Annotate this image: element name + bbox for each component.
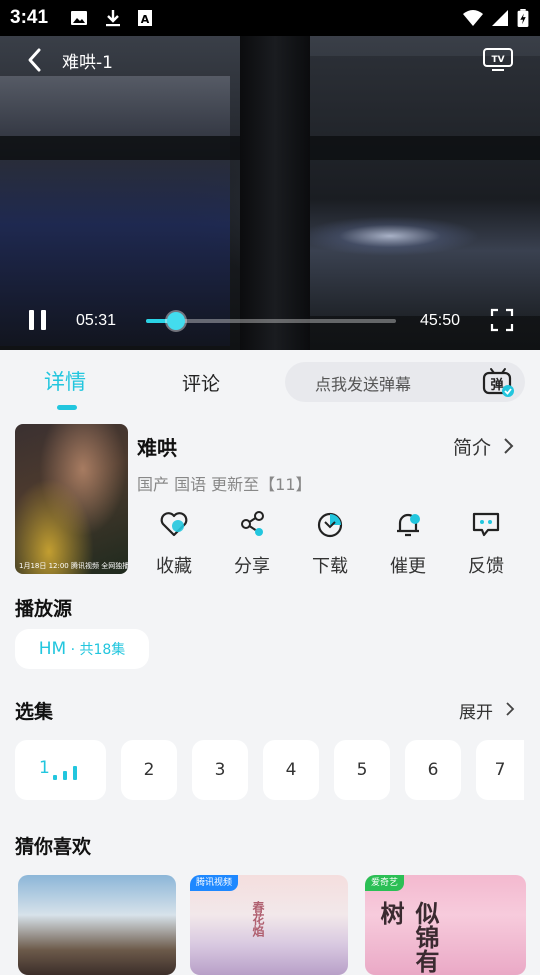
action-label: 催更	[390, 556, 426, 577]
video-title: 难哄-1	[62, 53, 113, 73]
source-episode-count: · 共18集	[66, 642, 126, 658]
wifi-icon	[463, 10, 483, 26]
status-bar: 3:41 A	[0, 0, 540, 36]
danmaku-placeholder: 点我发送弹幕	[315, 375, 412, 394]
fullscreen-icon[interactable]	[490, 308, 514, 332]
svg-text:弹: 弹	[490, 377, 503, 393]
poster-art-text: 春花焰	[251, 901, 265, 937]
status-time: 3:41	[10, 7, 49, 28]
feedback-icon	[472, 512, 500, 537]
cast-tv-icon[interactable]: TV	[482, 46, 514, 72]
seek-bar[interactable]	[146, 312, 396, 330]
current-time: 05:31	[76, 312, 117, 329]
feedback-button[interactable]: 反馈	[456, 508, 516, 578]
seek-thumb[interactable]	[167, 312, 185, 330]
pause-button[interactable]	[26, 308, 50, 334]
episode-button[interactable]: 6	[405, 740, 461, 800]
tab-details[interactable]: 详情	[44, 366, 86, 396]
source-chip[interactable]: HM · 共18集	[15, 629, 149, 669]
download-icon	[317, 512, 343, 538]
expand-episodes-link[interactable]: 展开	[459, 698, 493, 723]
tab-indicator	[57, 405, 77, 410]
recommend-card[interactable]: 爱奇艺 似锦有树	[365, 875, 526, 975]
font-status-icon: A	[138, 10, 152, 26]
player-top-bar: 难哄-1 TV	[0, 36, 540, 86]
share-button[interactable]: 分享	[222, 508, 282, 578]
poster-art-text: 似锦有树	[376, 901, 440, 973]
favorite-button[interactable]: 收藏	[144, 508, 204, 578]
pause-icon	[29, 310, 34, 330]
action-label: 反馈	[468, 556, 504, 577]
episode-button[interactable]: 2	[121, 740, 177, 800]
episode-number: 1	[39, 758, 50, 778]
image-icon	[71, 11, 87, 25]
video-frame-art	[310, 56, 540, 316]
recommend-card[interactable]: 腾讯视频 春花焰	[190, 875, 348, 975]
battery-icon	[517, 9, 529, 27]
duration-time: 45:50	[420, 312, 461, 329]
urge-update-button[interactable]: 催更	[378, 508, 438, 578]
video-frame-art	[300, 216, 480, 256]
download-button[interactable]: 下载	[300, 508, 360, 578]
source-section-title: 播放源	[15, 598, 73, 620]
poster-caption: 1月18日 12:00 腾讯视频 全网独播	[19, 562, 128, 570]
danmaku-toggle-icon[interactable]: 弹	[481, 366, 515, 398]
action-label: 分享	[234, 556, 270, 577]
show-poster[interactable]: 1月18日 12:00 腾讯视频 全网独播	[15, 424, 128, 574]
svg-text:TV: TV	[491, 55, 504, 65]
show-name: 难哄	[137, 436, 177, 460]
episode-button[interactable]: 4	[263, 740, 319, 800]
intro-link[interactable]: 简介	[453, 433, 491, 460]
share-icon	[241, 511, 264, 536]
episode-button[interactable]: 7	[476, 740, 524, 800]
recommend-card[interactable]	[18, 875, 176, 975]
recommend-section-title: 猜你喜欢	[15, 836, 92, 858]
action-label: 收藏	[156, 556, 192, 577]
episodes-section-title: 选集	[15, 701, 54, 723]
heart-icon	[160, 512, 188, 537]
danmaku-input[interactable]: 点我发送弹幕 弹	[285, 362, 525, 402]
svg-text:A: A	[141, 13, 150, 26]
action-label: 下载	[312, 556, 348, 577]
show-meta: 国产 国语 更新至【11】	[137, 475, 312, 494]
chevron-right-icon[interactable]	[500, 435, 516, 457]
source-name: HM	[38, 639, 67, 659]
playing-indicator-icon	[53, 766, 83, 780]
episode-button[interactable]: 5	[334, 740, 390, 800]
signal-icon	[492, 10, 508, 26]
platform-badge: 爱奇艺	[365, 875, 405, 891]
tab-comments[interactable]: 评论	[182, 369, 220, 396]
pause-icon	[41, 310, 46, 330]
platform-badge: 腾讯视频	[190, 875, 239, 891]
chevron-right-icon[interactable]	[504, 700, 516, 718]
video-frame-art	[0, 76, 230, 346]
episode-1-button[interactable]: 1	[15, 740, 106, 800]
download-status-icon	[106, 10, 120, 27]
episode-button[interactable]: 3	[192, 740, 248, 800]
back-icon[interactable]	[22, 46, 50, 74]
video-player[interactable]: 难哄-1 TV 05:31 45:50	[0, 36, 540, 350]
bell-icon	[397, 513, 420, 537]
